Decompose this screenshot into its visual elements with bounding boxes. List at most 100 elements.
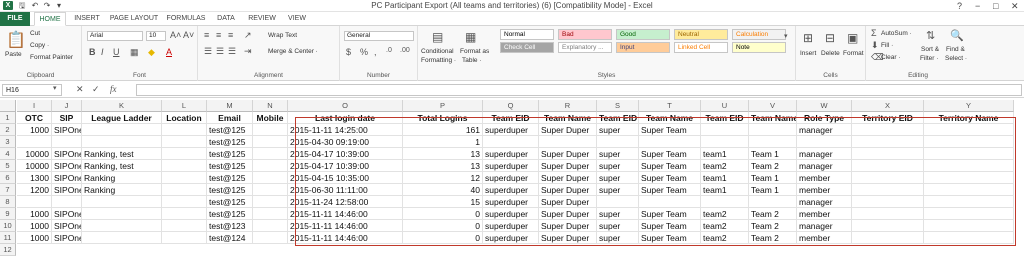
- maximize-icon[interactable]: □: [993, 0, 998, 12]
- table-cell[interactable]: Super Duper: [539, 184, 597, 196]
- fill-icon[interactable]: ⬇: [871, 40, 879, 51]
- table-cell[interactable]: 15: [403, 196, 483, 208]
- minimize-icon[interactable]: −: [975, 0, 980, 12]
- tab-view[interactable]: VIEW: [284, 12, 310, 26]
- table-cell[interactable]: [52, 196, 82, 208]
- table-cell[interactable]: [749, 124, 797, 136]
- table-cell[interactable]: [924, 172, 1014, 184]
- table-cell[interactable]: manager: [797, 124, 852, 136]
- orientation-icon[interactable]: ↗: [244, 30, 252, 41]
- number-format-combo[interactable]: General: [344, 31, 414, 41]
- table-cell[interactable]: [797, 136, 852, 148]
- table-cell[interactable]: 2015-11-11 14:25:00: [288, 124, 403, 136]
- header-cell[interactable]: Location: [162, 112, 207, 124]
- tab-review[interactable]: REVIEW: [244, 12, 280, 26]
- header-cell[interactable]: Role Type: [797, 112, 852, 124]
- paste-icon[interactable]: 📋: [6, 30, 26, 50]
- table-cell[interactable]: [924, 232, 1014, 244]
- percent-icon[interactable]: %: [360, 47, 368, 57]
- table-cell[interactable]: superduper: [483, 184, 539, 196]
- row-header[interactable]: 5: [0, 160, 16, 172]
- table-cell[interactable]: [253, 160, 288, 172]
- close-icon[interactable]: ✕: [1011, 0, 1019, 12]
- table-cell[interactable]: superduper: [483, 124, 539, 136]
- table-cell[interactable]: Ranking: [82, 184, 162, 196]
- table-cell[interactable]: team2: [701, 232, 749, 244]
- header-cell[interactable]: Territory EID: [852, 112, 924, 124]
- table-cell[interactable]: [253, 220, 288, 232]
- cancel-icon[interactable]: ✕: [76, 84, 84, 95]
- table-cell[interactable]: manager: [797, 148, 852, 160]
- table-cell[interactable]: Super Team: [639, 220, 701, 232]
- table-cell[interactable]: 1000: [17, 220, 52, 232]
- table-cell[interactable]: superduper: [483, 232, 539, 244]
- table-cell[interactable]: team1: [701, 172, 749, 184]
- table-cell[interactable]: [924, 196, 1014, 208]
- font-name-combo[interactable]: Arial: [87, 31, 143, 41]
- table-cell[interactable]: Ranking, test: [82, 148, 162, 160]
- table-cell[interactable]: Super Team: [639, 232, 701, 244]
- table-cell[interactable]: 1: [403, 136, 483, 148]
- table-cell[interactable]: 1000: [17, 124, 52, 136]
- table-cell[interactable]: [162, 196, 207, 208]
- header-cell[interactable]: SIP: [52, 112, 82, 124]
- table-cell[interactable]: [701, 136, 749, 148]
- header-cell[interactable]: Last login date: [288, 112, 403, 124]
- table-cell[interactable]: [162, 172, 207, 184]
- tab-data[interactable]: DATA: [212, 12, 240, 26]
- cell-style-neutral[interactable]: Neutral: [674, 29, 728, 40]
- table-cell[interactable]: test@125: [207, 196, 253, 208]
- copy-button[interactable]: Copy ·: [30, 42, 49, 49]
- table-cell[interactable]: Team 2: [749, 160, 797, 172]
- row-header[interactable]: 4: [0, 148, 16, 160]
- comma-icon[interactable]: ,: [374, 47, 377, 57]
- sort-filter-button[interactable]: Sort &: [921, 46, 939, 53]
- table-cell[interactable]: 13: [403, 148, 483, 160]
- table-cell[interactable]: Team 2: [749, 208, 797, 220]
- format-cells-button[interactable]: Format: [843, 50, 864, 57]
- insert-cells-icon[interactable]: ⊞: [803, 31, 813, 45]
- table-cell[interactable]: [924, 124, 1014, 136]
- column-header-s[interactable]: S: [597, 100, 639, 112]
- table-cell[interactable]: superduper: [483, 160, 539, 172]
- format-as-table-button[interactable]: Format as: [460, 48, 489, 55]
- table-cell[interactable]: 2015-11-11 14:46:00: [288, 232, 403, 244]
- column-header-y[interactable]: Y: [924, 100, 1014, 112]
- wrap-text-button[interactable]: Wrap Text: [268, 32, 297, 39]
- underline-icon[interactable]: U: [113, 47, 120, 57]
- table-cell[interactable]: SIPOne: [52, 184, 82, 196]
- column-header-v[interactable]: V: [749, 100, 797, 112]
- header-cell[interactable]: Mobile: [253, 112, 288, 124]
- table-cell[interactable]: Team 2: [749, 220, 797, 232]
- increase-decimal-icon[interactable]: .0: [386, 47, 392, 54]
- table-cell[interactable]: member: [797, 208, 852, 220]
- column-header-r[interactable]: R: [539, 100, 597, 112]
- table-cell[interactable]: SIPOne: [52, 172, 82, 184]
- table-cell[interactable]: manager: [797, 160, 852, 172]
- sort-filter-button-2[interactable]: Filter ·: [920, 55, 938, 62]
- table-cell[interactable]: Team 1: [749, 184, 797, 196]
- table-cell[interactable]: Super Duper: [539, 160, 597, 172]
- table-cell[interactable]: super: [597, 160, 639, 172]
- table-cell[interactable]: SIPOne: [52, 124, 82, 136]
- cell-style-input[interactable]: Input: [616, 42, 670, 53]
- row-header[interactable]: 8: [0, 196, 16, 208]
- table-cell[interactable]: Super Team: [639, 184, 701, 196]
- header-cell[interactable]: Team Name: [749, 112, 797, 124]
- align-center-icon[interactable]: ☰: [216, 46, 224, 57]
- format-painter-button[interactable]: Format Painter: [30, 54, 73, 61]
- table-cell[interactable]: [253, 196, 288, 208]
- table-cell[interactable]: [852, 160, 924, 172]
- column-header-q[interactable]: Q: [483, 100, 539, 112]
- font-size-combo[interactable]: 10: [146, 31, 166, 41]
- autosum-icon[interactable]: Σ: [871, 28, 877, 38]
- table-cell[interactable]: Super Duper: [539, 208, 597, 220]
- align-bottom-icon[interactable]: ≡: [228, 30, 233, 40]
- cell-style-explanatory[interactable]: Explanatory ...: [558, 42, 612, 53]
- table-cell[interactable]: SIPOne: [52, 220, 82, 232]
- cell-style-note[interactable]: Note: [732, 42, 786, 53]
- table-cell[interactable]: SIPOne: [52, 160, 82, 172]
- row-header[interactable]: 6: [0, 172, 16, 184]
- table-cell[interactable]: manager: [797, 196, 852, 208]
- table-cell[interactable]: [749, 136, 797, 148]
